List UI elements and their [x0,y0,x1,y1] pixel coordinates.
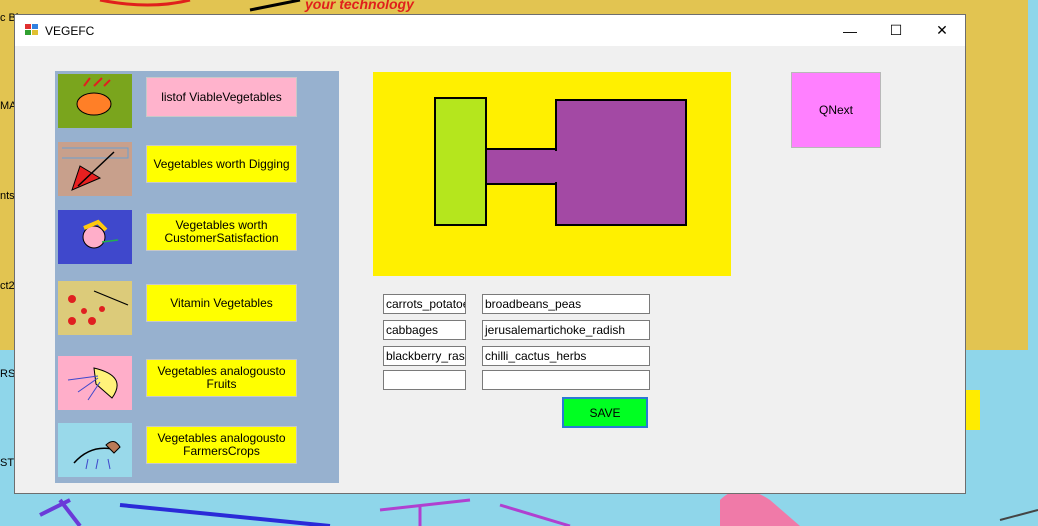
vegetable-field-left-2[interactable]: cabbages [383,320,466,340]
menu-button-worth-digging[interactable]: Vegetables worth Digging [146,145,297,183]
vegetable-field-right-3[interactable]: chilli_cactus_herbs [482,346,650,366]
menu-button-analogous-fruits[interactable]: Vegetables analogousto Fruits [146,359,297,397]
window-title: VEGEFC [45,24,95,38]
app-window: VEGEFC — ☐ ✕ listof ViableVegetables Veg… [14,14,966,494]
menu-button-vitamin-vegetables[interactable]: Vitamin Vegetables [146,284,297,322]
desktop-label[interactable]: ST [0,457,14,469]
qnext-button[interactable]: QNext [791,72,881,148]
vegetable-field-right-1[interactable]: broadbeans_peas [482,294,650,314]
app-icon [25,24,38,36]
desktop-label[interactable]: nts [0,190,15,202]
desktop-label[interactable]: ct2 [0,280,15,292]
minimize-button[interactable]: — [827,15,873,46]
vitamin-dots-icon [58,281,132,335]
menu-button-analogous-farmers-crops[interactable]: Vegetables analogousto FarmersCrops [146,426,297,464]
digging-icon [58,142,132,196]
vegetable-field-left-4[interactable] [383,370,466,390]
menu-button-viable-vegetables[interactable]: listof ViableVegetables [146,77,297,117]
vegetable-field-right-2[interactable]: jerusalemartichoke_radish [482,320,650,340]
vegetable-field-left-3[interactable]: blackberry_raspberry [383,346,466,366]
menu-button-customer-satisfaction[interactable]: Vegetables worth CustomerSatisfaction [146,213,297,251]
vegetable-field-left-1[interactable]: carrots_potatoes [383,294,466,314]
desktop-label[interactable]: RS [0,368,15,380]
title-bar[interactable]: VEGEFC — ☐ ✕ [15,15,965,46]
shape-drawing [373,72,731,276]
menu-panel: listof ViableVegetables Vegetables worth… [55,71,339,483]
farm-crops-icon [58,423,132,477]
desktop-top-text: your technology [305,0,414,12]
vegetable-field-right-4[interactable] [482,370,650,390]
fruit-slice-icon [58,356,132,410]
sun-orange-icon [58,74,132,128]
customer-face-icon [58,210,132,264]
maximize-button[interactable]: ☐ [873,15,919,46]
save-button[interactable]: SAVE [562,397,648,428]
close-button[interactable]: ✕ [919,15,965,46]
